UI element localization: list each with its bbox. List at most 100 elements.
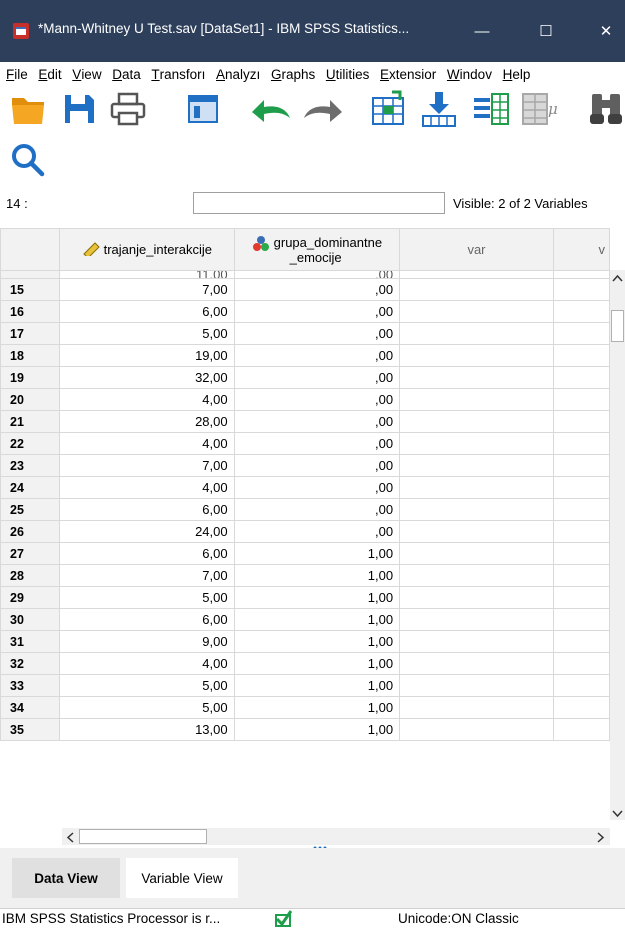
cell-empty[interactable]: [552, 344, 610, 367]
cell-trajanje[interactable]: 9,00: [59, 630, 235, 653]
minimize-button[interactable]: —: [462, 14, 502, 48]
cell-trajanje[interactable]: 7,00: [59, 278, 235, 301]
cell-trajanje[interactable]: 5,00: [59, 586, 235, 609]
horizontal-scroll-thumb[interactable]: [79, 829, 207, 844]
cell-grupa[interactable]: 1,00: [233, 564, 401, 587]
cell-empty[interactable]: [399, 696, 554, 719]
cell-empty[interactable]: [399, 410, 554, 433]
column-header-partial[interactable]: v: [552, 228, 610, 271]
menu-analyze[interactable]: Analyzı: [213, 62, 264, 82]
menu-edit[interactable]: Edit: [35, 62, 65, 82]
cell-empty[interactable]: [399, 366, 554, 389]
cell-empty[interactable]: [552, 630, 610, 653]
undo-icon[interactable]: [248, 94, 294, 124]
cell-empty[interactable]: [399, 630, 554, 653]
column-header-var[interactable]: var: [399, 228, 554, 271]
cell-empty[interactable]: [399, 278, 554, 301]
column-header-grupa[interactable]: grupa_dominantne _emocije: [233, 228, 401, 271]
cell-grupa[interactable]: 1,00: [233, 696, 401, 719]
cell-empty[interactable]: [399, 564, 554, 587]
cell-trajanje[interactable]: 5,00: [59, 696, 235, 719]
cell-grupa[interactable]: 1,00: [233, 542, 401, 565]
menu-data[interactable]: Data: [109, 62, 145, 82]
cell-grupa[interactable]: ,00: [233, 344, 401, 367]
cell-empty[interactable]: [399, 388, 554, 411]
print-icon[interactable]: [110, 92, 146, 126]
cell-empty[interactable]: [399, 498, 554, 521]
maximize-button[interactable]: ☐: [526, 14, 566, 48]
menu-view[interactable]: View: [69, 62, 105, 82]
cell-trajanje[interactable]: 5,00: [59, 674, 235, 697]
tab-data-view[interactable]: Data View: [12, 858, 120, 898]
cell-trajanje[interactable]: 11,00: [59, 270, 235, 279]
open-folder-icon[interactable]: [10, 92, 48, 126]
cell-empty[interactable]: [552, 432, 610, 455]
cell-empty[interactable]: [552, 410, 610, 433]
close-button[interactable]: ✕: [586, 14, 625, 48]
cell-empty[interactable]: [399, 322, 554, 345]
cell-trajanje[interactable]: 19,00: [59, 344, 235, 367]
cell-trajanje[interactable]: 32,00: [59, 366, 235, 389]
cell-grupa[interactable]: ,00: [233, 520, 401, 543]
cell-empty[interactable]: [552, 270, 610, 279]
cell-grupa[interactable]: ,00: [233, 270, 401, 279]
column-header-trajanje[interactable]: trajanje_interakcije: [59, 228, 235, 271]
menu-utilities[interactable]: Utilities: [322, 62, 373, 82]
cell-empty[interactable]: [552, 520, 610, 543]
vertical-scroll-thumb[interactable]: [611, 310, 624, 342]
cell-empty[interactable]: [552, 696, 610, 719]
cell-empty[interactable]: [399, 542, 554, 565]
menu-help[interactable]: Help: [499, 62, 534, 82]
cell-grupa[interactable]: ,00: [233, 432, 401, 455]
cell-empty[interactable]: [552, 608, 610, 631]
cell-empty[interactable]: [399, 270, 554, 279]
menu-transform[interactable]: Transforı: [148, 62, 209, 82]
save-icon[interactable]: [62, 92, 96, 126]
cell-value-input[interactable]: [193, 192, 445, 214]
cell-grupa[interactable]: 1,00: [233, 630, 401, 653]
tab-variable-view[interactable]: Variable View: [126, 858, 238, 898]
cell-trajanje[interactable]: 4,00: [59, 388, 235, 411]
cell-trajanje[interactable]: 6,00: [59, 542, 235, 565]
cell-empty[interactable]: [399, 476, 554, 499]
cell-trajanje[interactable]: 6,00: [59, 608, 235, 631]
cell-empty[interactable]: [552, 564, 610, 587]
scroll-up-icon[interactable]: [612, 274, 623, 282]
cell-grupa[interactable]: ,00: [233, 410, 401, 433]
cell-trajanje[interactable]: 7,00: [59, 564, 235, 587]
cell-trajanje[interactable]: 6,00: [59, 300, 235, 323]
menu-file[interactable]: File: [0, 62, 31, 82]
cell-empty[interactable]: [552, 674, 610, 697]
cell-empty[interactable]: [399, 454, 554, 477]
cell-empty[interactable]: [399, 520, 554, 543]
dialog-recall-icon[interactable]: [186, 92, 222, 126]
search-icon[interactable]: [10, 142, 46, 178]
cell-empty[interactable]: [399, 718, 554, 741]
cell-empty[interactable]: [552, 300, 610, 323]
scroll-left-icon[interactable]: [66, 832, 74, 843]
vertical-scrollbar[interactable]: [610, 270, 625, 820]
cell-grupa[interactable]: ,00: [233, 476, 401, 499]
cell-empty[interactable]: [552, 476, 610, 499]
cell-trajanje[interactable]: 4,00: [59, 476, 235, 499]
cell-empty[interactable]: [552, 454, 610, 477]
cell-grupa[interactable]: 1,00: [233, 586, 401, 609]
cell-empty[interactable]: [552, 278, 610, 301]
cell-grupa[interactable]: ,00: [233, 388, 401, 411]
menu-extensions[interactable]: Extensior: [377, 62, 440, 82]
cell-grupa[interactable]: 1,00: [233, 608, 401, 631]
cell-empty[interactable]: [399, 608, 554, 631]
scroll-right-icon[interactable]: [597, 832, 605, 843]
cell-empty[interactable]: [399, 674, 554, 697]
cell-grupa[interactable]: ,00: [233, 278, 401, 301]
cell-trajanje[interactable]: 5,00: [59, 322, 235, 345]
redo-icon[interactable]: [300, 94, 346, 124]
cell-empty[interactable]: [552, 718, 610, 741]
cell-empty[interactable]: [552, 586, 610, 609]
cell-grupa[interactable]: 1,00: [233, 718, 401, 741]
cell-grupa[interactable]: ,00: [233, 300, 401, 323]
cell-trajanje[interactable]: 6,00: [59, 498, 235, 521]
variables-icon[interactable]: [472, 90, 510, 128]
cell-grupa[interactable]: ,00: [233, 454, 401, 477]
cell-trajanje[interactable]: 28,00: [59, 410, 235, 433]
